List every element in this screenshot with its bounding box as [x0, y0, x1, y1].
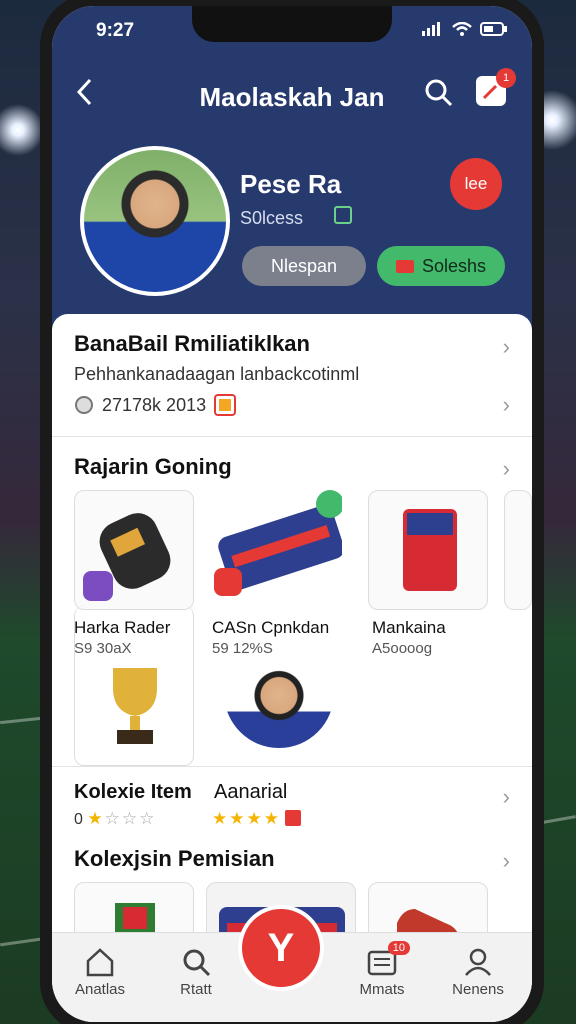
home-icon [86, 948, 114, 977]
profile-subtitle: S0lcess [240, 208, 304, 228]
jersey-pack-icon [403, 509, 457, 591]
section-title-2[interactable]: Rajarin Goning [74, 454, 232, 480]
nav-messages[interactable]: 10 Mmats [334, 941, 430, 998]
user-icon [465, 948, 491, 976]
status-time: 9:27 [96, 20, 135, 41]
item-sub: A5oooog [372, 640, 433, 657]
item-sub: 59 12%S [212, 640, 273, 657]
item-name: Mankaina [372, 618, 446, 637]
section-title-1[interactable]: BanaBail Rmiliatiklkan [74, 331, 310, 357]
chevron-right-icon[interactable]: › [503, 784, 510, 810]
rating-left: 0 ★☆☆☆ [74, 809, 156, 829]
star-rating: ★☆☆☆ [87, 809, 157, 828]
avatar[interactable] [80, 146, 230, 296]
app-screen: 9:27 Maolaskah Jan 1 Pese Ra S0lcess lee… [52, 6, 532, 1022]
center-action-button[interactable]: Y [238, 905, 324, 991]
item-card[interactable] [74, 606, 194, 766]
page-title: Maolaskah Jan [199, 82, 385, 112]
section-stats: 27178k 2013 [74, 394, 237, 416]
message-icon[interactable]: 1 [476, 68, 516, 106]
signal-icon [422, 22, 444, 41]
item-card[interactable] [368, 490, 488, 610]
item-card[interactable] [74, 490, 194, 610]
subscribe-button[interactable]: Soleshs [377, 246, 505, 286]
message-button[interactable]: Nlespan [242, 246, 366, 286]
subscribe-label: Soleshs [421, 256, 487, 276]
notification-badge: 1 [496, 68, 516, 88]
flag-icon [285, 810, 302, 826]
search-icon [183, 949, 211, 977]
section-title-right[interactable]: Aanarial [214, 781, 287, 804]
nav-label: Anatlas [74, 981, 126, 998]
divider [52, 766, 532, 767]
status-badge[interactable]: lee [450, 158, 502, 210]
chevron-right-icon[interactable]: › [503, 848, 510, 874]
nav-label: Nenens [452, 981, 504, 998]
section-title-4[interactable]: Kolexjsin Pemisian [74, 846, 275, 872]
nav-profile[interactable]: Nenens [430, 947, 526, 998]
nav-badge: 10 [387, 941, 410, 955]
kit-bag-icon [214, 490, 345, 596]
profile-name: Pese Ra [240, 169, 342, 199]
battery-icon [480, 22, 508, 41]
nav-search[interactable]: Rtatt [148, 947, 244, 998]
chevron-right-icon[interactable]: › [503, 334, 510, 360]
nav-header: Maolaskah Jan 1 [52, 68, 532, 116]
star-rating: ★★★★ [212, 809, 281, 828]
nav-label: Mmats [359, 981, 405, 998]
chevron-right-icon[interactable]: › [503, 392, 510, 418]
chevron-right-icon[interactable]: › [503, 456, 510, 482]
trophy-icon [113, 668, 157, 744]
status-bar: 9:27 [52, 20, 532, 44]
item-card[interactable] [504, 490, 532, 610]
play-icon [395, 260, 414, 273]
item-name: CASn Cpnkdan [212, 618, 330, 637]
canister-icon [83, 513, 171, 601]
search-icon[interactable] [424, 78, 454, 113]
divider [52, 436, 532, 437]
section-description: Pehhankanadaagan lanbackcotinml [74, 364, 360, 384]
nav-label: Rtatt [180, 981, 212, 998]
calendar-icon [214, 394, 237, 416]
phone-frame: 9:27 Maolaskah Jan 1 Pese Ra S0lcess lee… [40, 0, 544, 1024]
ball-icon [75, 396, 93, 414]
status-icons [422, 21, 508, 41]
verified-icon [334, 206, 352, 224]
stats-text: 27178k 2013 [102, 394, 207, 415]
section-title-3[interactable]: Kolexie Item [74, 781, 192, 804]
bottom-nav: Anatlas Rtatt Y 10 Mmats Nenens [52, 905, 532, 1022]
rating-label: 0 [74, 811, 83, 828]
item-card[interactable] [212, 490, 345, 610]
wifi-icon [452, 21, 472, 41]
rating-right: ★★★★ [212, 809, 302, 829]
nav-home[interactable]: Anatlas [52, 947, 148, 998]
